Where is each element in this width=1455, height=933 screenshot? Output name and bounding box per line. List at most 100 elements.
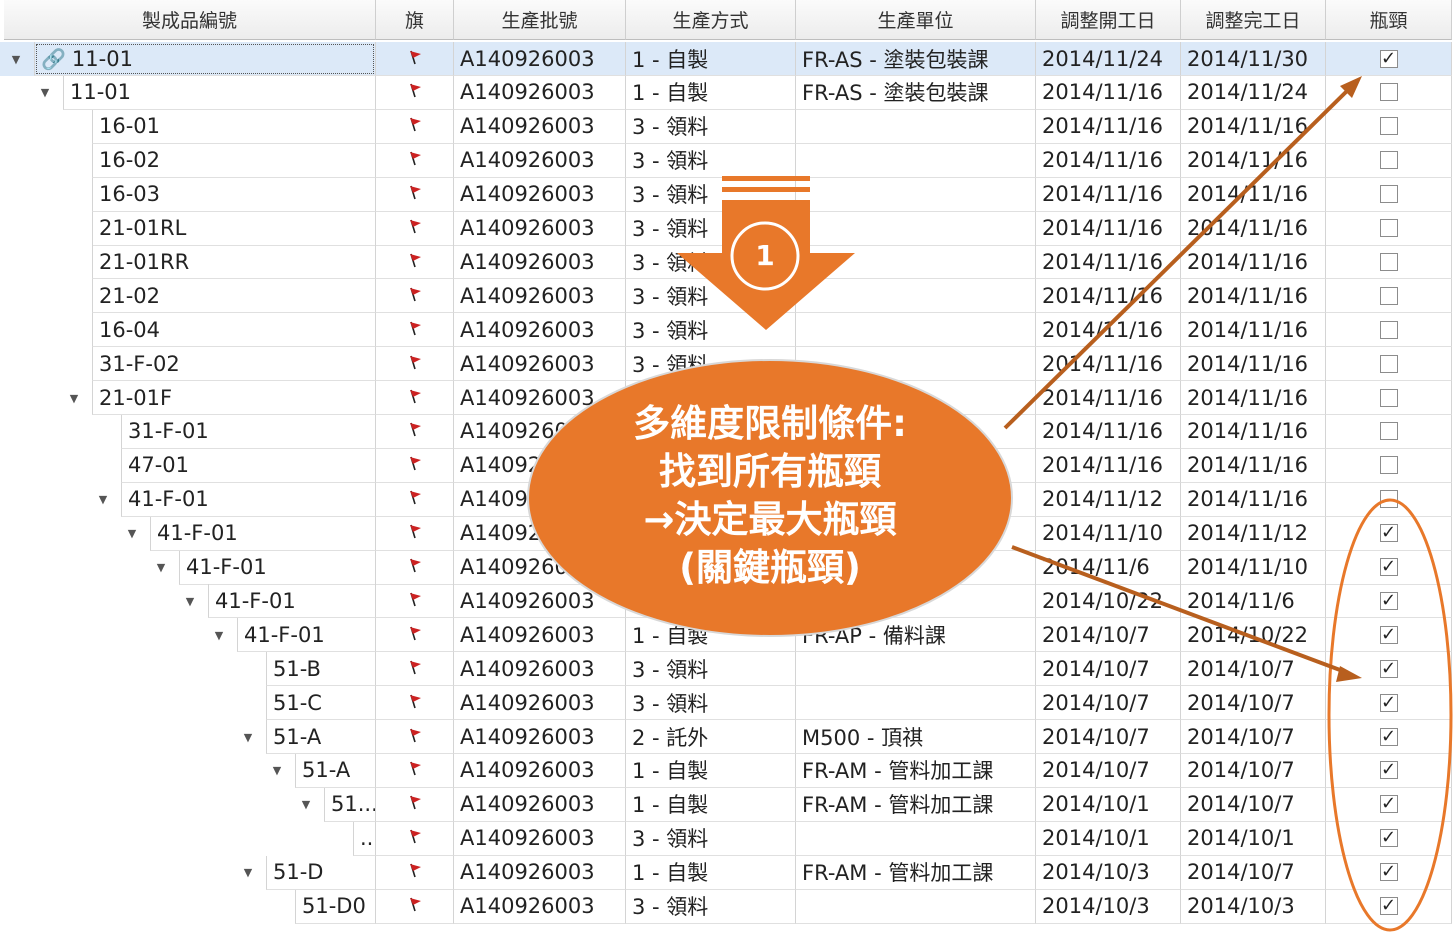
batch-cell[interactable]: A140926003 xyxy=(454,686,626,721)
batch-cell[interactable]: A140926003 xyxy=(454,279,626,314)
end-cell[interactable]: 2014/11/10 xyxy=(1181,550,1326,585)
part-number-cell[interactable]: 41-F-01 xyxy=(150,516,376,551)
bottleneck-checkbox[interactable]: ✓ xyxy=(1379,795,1398,814)
end-cell[interactable]: 2014/11/16 xyxy=(1181,279,1326,314)
table-row[interactable]: ▼ 51-A A140926003 2 - 託外 M500 - 頂祺 2014/10/7 2… xyxy=(0,720,1452,754)
start-cell[interactable]: 2014/10/7 xyxy=(1036,720,1181,754)
part-number-cell[interactable]: 41-F-01 xyxy=(179,550,376,585)
end-cell[interactable]: 2014/10/7 xyxy=(1181,686,1326,721)
method-cell[interactable]: 3 - 領料 xyxy=(626,109,796,144)
part-number-cell[interactable]: 16-01 xyxy=(92,109,376,144)
unit-cell[interactable] xyxy=(796,821,1036,856)
batch-cell[interactable]: A140926003 xyxy=(454,652,626,687)
batch-cell[interactable]: A140926003 xyxy=(454,42,626,76)
bottleneck-checkbox[interactable] xyxy=(1379,320,1398,339)
start-cell[interactable]: 2014/11/16 xyxy=(1036,109,1181,144)
flag-cell[interactable] xyxy=(376,652,454,687)
part-number-cell[interactable]: 21-01RR xyxy=(92,245,376,280)
chevron-down-icon[interactable]: ▼ xyxy=(178,584,202,618)
flag-cell[interactable] xyxy=(376,42,454,76)
end-cell[interactable]: 2014/10/7 xyxy=(1181,720,1326,754)
part-number-cell[interactable]: 51-D0 xyxy=(295,889,376,924)
bottleneck-checkbox[interactable] xyxy=(1379,219,1398,237)
start-cell[interactable]: 2014/11/16 xyxy=(1036,177,1181,212)
flag-cell[interactable] xyxy=(376,821,454,856)
end-cell[interactable]: 2014/10/1 xyxy=(1181,821,1326,856)
end-cell[interactable]: 2014/11/16 xyxy=(1181,381,1326,415)
flag-cell[interactable] xyxy=(376,143,454,178)
batch-cell[interactable]: A140926003 xyxy=(454,313,626,348)
start-cell[interactable]: 2014/10/3 xyxy=(1036,855,1181,890)
method-cell[interactable]: 3 - 領料 xyxy=(626,143,796,178)
flag-cell[interactable] xyxy=(376,753,454,788)
header-batch[interactable]: 生產批號 xyxy=(454,0,626,40)
start-cell[interactable]: 2014/10/7 xyxy=(1036,652,1181,687)
part-number-cell[interactable]: 21-01F xyxy=(92,381,376,415)
batch-cell[interactable]: A140926003 xyxy=(454,889,626,924)
bottleneck-checkbox[interactable] xyxy=(1379,185,1398,204)
part-number-cell[interactable]: 🔗 11-01 xyxy=(34,42,376,76)
table-row[interactable]: ▼ 51-A A140926003 1 - 自製 FR-AM - 管料加工課 2014/1… xyxy=(0,753,1452,788)
unit-cell[interactable] xyxy=(796,686,1036,721)
start-cell[interactable]: 2014/10/22 xyxy=(1036,584,1181,619)
part-number-cell[interactable]: 16-02 xyxy=(92,143,376,178)
method-cell[interactable]: 3 - 領料 xyxy=(626,686,796,721)
unit-cell[interactable] xyxy=(796,279,1036,314)
end-cell[interactable]: 2014/11/16 xyxy=(1181,109,1326,144)
flag-cell[interactable] xyxy=(376,720,454,754)
flag-cell[interactable] xyxy=(376,414,454,449)
start-cell[interactable]: 2014/11/10 xyxy=(1036,516,1181,551)
table-row[interactable]: ▼ 🔗 11-01 A140926003 1 - 自製 FR-AS - 塗裝包裝課 2014… xyxy=(0,42,1452,76)
part-number-cell[interactable]: 51-B xyxy=(266,652,376,687)
header-part-number[interactable]: 製成品編號 xyxy=(4,0,376,40)
flag-cell[interactable] xyxy=(376,686,454,721)
header-start-date[interactable]: 調整開工日 xyxy=(1036,0,1181,40)
start-cell[interactable]: 2014/11/16 xyxy=(1036,313,1181,348)
part-number-cell[interactable]: 31-F-01 xyxy=(121,414,376,449)
bottleneck-checkbox[interactable]: ✓ xyxy=(1379,659,1398,678)
unit-cell[interactable] xyxy=(796,652,1036,687)
bottleneck-checkbox[interactable]: ✓ xyxy=(1379,761,1398,780)
method-cell[interactable]: 1 - 自製 xyxy=(626,787,796,822)
method-cell[interactable]: 3 - 領料 xyxy=(626,313,796,348)
start-cell[interactable]: 2014/11/16 xyxy=(1036,381,1181,415)
unit-cell[interactable] xyxy=(796,245,1036,280)
table-row[interactable]: ▼ 41-F-01 A140926003 1 - 自製 FR-AP - 備料課 2014/… xyxy=(0,618,1452,653)
bottleneck-checkbox[interactable]: ✓ xyxy=(1379,829,1398,848)
method-cell[interactable]: 2 - 託外 xyxy=(626,720,796,754)
batch-cell[interactable]: A140926003 xyxy=(454,347,626,382)
start-cell[interactable]: 2014/11/12 xyxy=(1036,482,1181,517)
flag-cell[interactable] xyxy=(376,855,454,890)
bottleneck-checkbox[interactable]: ✓ xyxy=(1379,558,1398,576)
method-cell[interactable]: 3 - 領料 xyxy=(626,177,796,212)
start-cell[interactable]: 2014/11/16 xyxy=(1036,448,1181,483)
unit-cell[interactable]: FR-AS - 塗裝包裝課 xyxy=(796,75,1036,110)
end-cell[interactable]: 2014/11/16 xyxy=(1181,313,1326,348)
start-cell[interactable]: 2014/11/24 xyxy=(1036,42,1181,76)
table-row[interactable]: 51-D0 A140926003 3 - 領料 2014/10/3 2014/10/3 ✓ xyxy=(0,889,1452,924)
end-cell[interactable]: 2014/11/16 xyxy=(1181,143,1326,178)
flag-cell[interactable] xyxy=(376,550,454,585)
header-unit[interactable]: 生產單位 xyxy=(796,0,1036,40)
chevron-down-icon[interactable]: ▼ xyxy=(91,483,115,517)
start-cell[interactable]: 2014/10/1 xyxy=(1036,821,1181,856)
start-cell[interactable]: 2014/10/7 xyxy=(1036,753,1181,788)
batch-cell[interactable]: A140926003 xyxy=(454,177,626,212)
chevron-down-icon[interactable]: ▼ xyxy=(62,381,86,415)
batch-cell[interactable]: A140926003 xyxy=(454,618,626,653)
flag-cell[interactable] xyxy=(376,448,454,483)
start-cell[interactable]: 2014/11/6 xyxy=(1036,550,1181,585)
flag-cell[interactable] xyxy=(376,75,454,110)
batch-cell[interactable]: A140926003 xyxy=(454,720,626,754)
end-cell[interactable]: 2014/11/16 xyxy=(1181,448,1326,483)
start-cell[interactable]: 2014/11/16 xyxy=(1036,279,1181,314)
table-row[interactable]: 31-F-02 A140926003 3 - 領料 2014/11/16 2014/11… xyxy=(0,347,1452,382)
bottleneck-checkbox[interactable] xyxy=(1379,286,1398,305)
chevron-down-icon[interactable]: ▼ xyxy=(120,517,144,551)
end-cell[interactable]: 2014/10/22 xyxy=(1181,618,1326,653)
method-cell[interactable]: 3 - 領料 xyxy=(626,889,796,924)
start-cell[interactable]: 2014/10/3 xyxy=(1036,889,1181,924)
end-cell[interactable]: 2014/11/24 xyxy=(1181,75,1326,110)
end-cell[interactable]: 2014/11/16 xyxy=(1181,414,1326,449)
flag-cell[interactable] xyxy=(376,211,454,246)
